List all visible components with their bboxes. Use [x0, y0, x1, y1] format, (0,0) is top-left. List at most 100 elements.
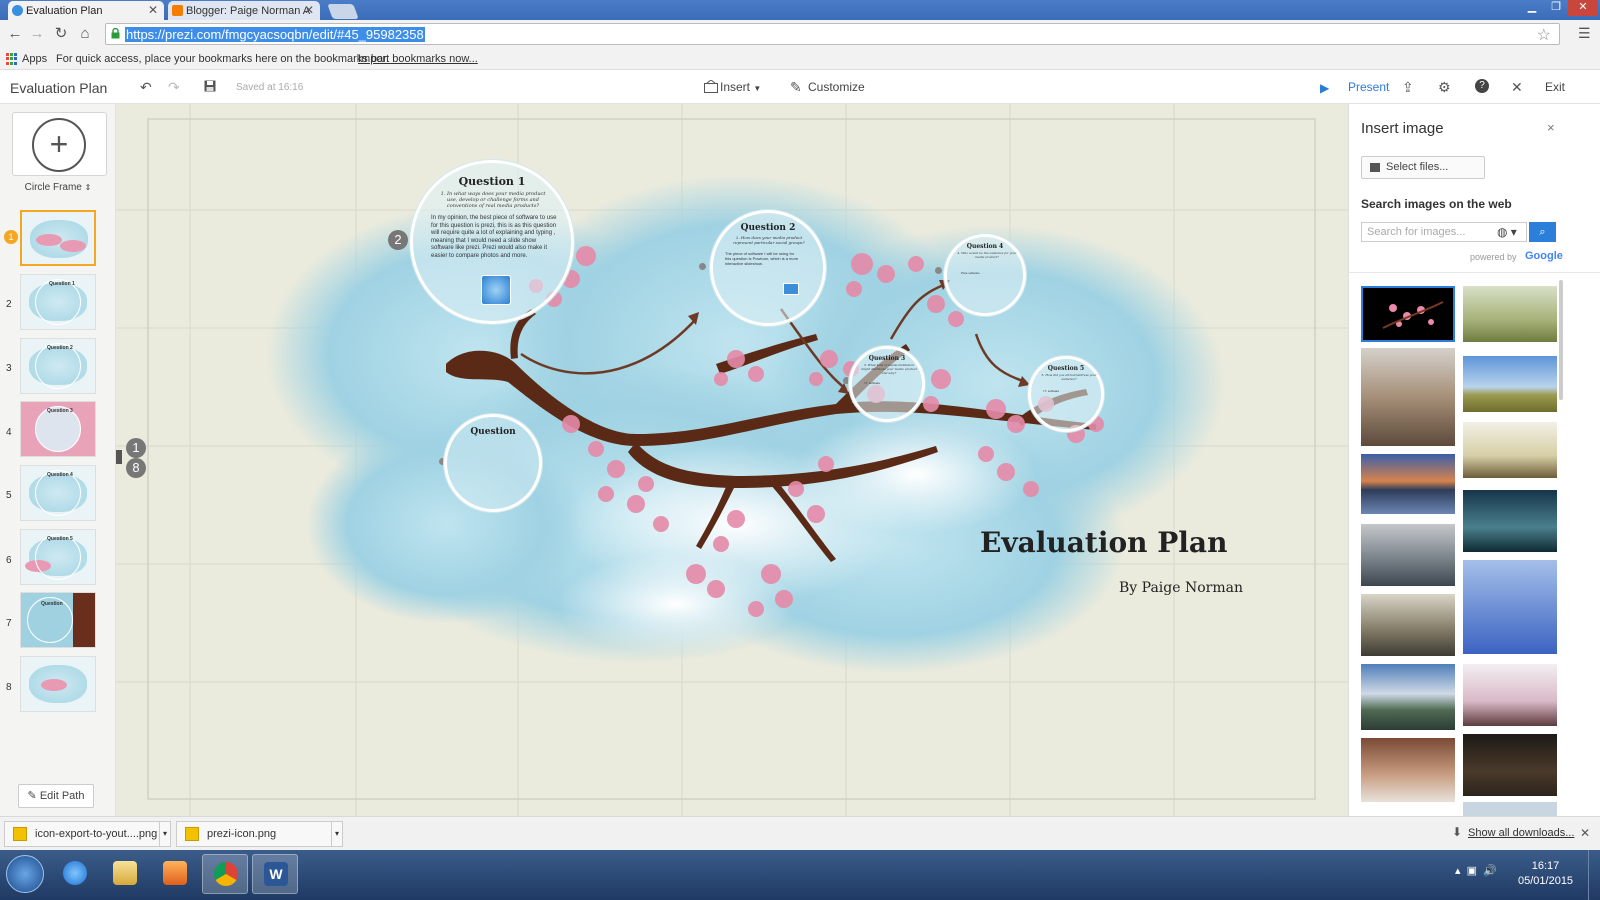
path-thumbnail-7[interactable]: Question	[20, 592, 96, 648]
start-button[interactable]	[6, 855, 44, 893]
back-icon[interactable]: ←	[6, 26, 24, 42]
question-5-frame[interactable]: Question 5 5. How did you attract/addres…	[1028, 356, 1104, 432]
image-result[interactable]	[1361, 348, 1455, 446]
close-tab-icon[interactable]: ✕	[304, 3, 314, 17]
path-thumbnail-2[interactable]: Question 1	[20, 274, 96, 330]
apps-link[interactable]: Apps	[22, 53, 47, 65]
undo-icon[interactable]: ↶	[140, 79, 152, 96]
image-result[interactable]	[1361, 524, 1455, 586]
download-item[interactable]: prezi-icon.png	[176, 821, 332, 847]
image-result[interactable]	[1463, 286, 1557, 342]
question-1-frame[interactable]: Question 1 1. In what ways does your med…	[410, 160, 574, 324]
thumbnail-number: 4	[6, 427, 12, 438]
prezi-logo-icon[interactable]	[481, 275, 511, 305]
frame-type-select[interactable]: Circle Frame ⇕	[0, 182, 116, 193]
add-frame-button[interactable]: +	[12, 112, 107, 176]
globe-dropdown-icon[interactable]: ◍ ▾	[1497, 225, 1517, 239]
path-thumbnail-4[interactable]: Question 3	[20, 401, 96, 457]
path-dot[interactable]	[935, 267, 942, 274]
image-result[interactable]	[1361, 594, 1455, 656]
presentation-title[interactable]: Evaluation Plan	[980, 526, 1227, 559]
select-files-button[interactable]: Select files...	[1361, 156, 1485, 179]
new-tab-button[interactable]	[327, 4, 359, 19]
image-result[interactable]	[1463, 734, 1557, 796]
path-thumbnail-3[interactable]: Question 2	[20, 338, 96, 394]
close-icon[interactable]: ✕	[1511, 79, 1523, 96]
image-result[interactable]	[1361, 286, 1455, 342]
path-thumbnail-8[interactable]	[20, 656, 96, 712]
help-icon[interactable]: ?	[1475, 79, 1489, 93]
gear-icon[interactable]: ⚙	[1438, 79, 1451, 96]
scroll-handle[interactable]	[116, 450, 122, 464]
path-step-badge[interactable]: 2	[388, 230, 408, 250]
download-menu-icon[interactable]: ▾	[159, 821, 171, 847]
presentation-byline[interactable]: By Paige Norman	[1119, 580, 1243, 596]
tab-blogger[interactable]: Blogger: Paige Norman A ✕	[168, 1, 320, 20]
restore-icon[interactable]: ❐	[1544, 0, 1568, 16]
question-6-frame[interactable]: Question	[444, 414, 542, 512]
play-icon: ▶	[1320, 81, 1330, 95]
image-result[interactable]	[1463, 422, 1557, 478]
question-2-frame[interactable]: Question 2 2. How does your media produc…	[710, 210, 826, 326]
home-icon[interactable]: ⌂	[76, 26, 94, 42]
address-bar[interactable]: https://prezi.com/fmgcyacsoqbn/edit/#45_…	[105, 23, 1560, 45]
browser-tab-strip: Evaluation Plan ✕ Blogger: Paige Norman …	[0, 0, 1600, 20]
close-window-icon[interactable]: ✕	[1568, 0, 1598, 16]
image-result[interactable]	[1361, 738, 1455, 802]
taskbar-media-player[interactable]	[152, 854, 198, 894]
thumbnail-number: 5	[6, 490, 12, 501]
download-menu-icon[interactable]: ▾	[331, 821, 343, 847]
system-tray[interactable]: ▴ ▣ 🔊	[1455, 864, 1497, 877]
image-result[interactable]	[1463, 490, 1557, 552]
document-title[interactable]: Evaluation Plan	[10, 80, 107, 96]
bookmark-star-icon[interactable]: ☆	[1537, 25, 1551, 45]
path-dot[interactable]	[699, 263, 706, 270]
taskbar-explorer[interactable]	[102, 854, 148, 894]
present-button[interactable]: Present	[1348, 80, 1389, 94]
download-item[interactable]: icon-export-to-yout....png	[4, 821, 160, 847]
question-4-frame[interactable]: Question 4 4. Who would be the audience …	[944, 234, 1026, 316]
search-button[interactable]: ⌕	[1529, 222, 1556, 242]
share-icon[interactable]: ⇪	[1402, 79, 1414, 96]
tab-evaluation-plan[interactable]: Evaluation Plan ✕	[8, 1, 164, 20]
path-step-badge[interactable]: 1	[126, 438, 146, 458]
image-result[interactable]	[1463, 802, 1557, 816]
reload-icon[interactable]: ↻	[52, 26, 70, 42]
powtoon-logo-icon[interactable]	[783, 283, 799, 295]
close-panel-icon[interactable]: ×	[1547, 120, 1555, 135]
apps-grid-icon[interactable]	[6, 53, 18, 65]
image-result[interactable]	[1463, 356, 1557, 412]
prezi-canvas[interactable]: 2 1 8 Question 1 1. In what ways does yo…	[116, 104, 1348, 816]
url-text[interactable]: https://prezi.com/fmgcyacsoqbn/edit/#45_…	[125, 27, 425, 42]
system-clock[interactable]: 16:17 05/01/2015	[1518, 859, 1573, 889]
panel-scrollbar[interactable]	[1559, 280, 1563, 400]
chrome-menu-icon[interactable]: ☰	[1578, 25, 1591, 42]
path-thumbnail-6[interactable]: Question 5	[20, 529, 96, 585]
select-files-label: Select files...	[1386, 161, 1449, 173]
customize-button[interactable]: Customize	[808, 80, 865, 94]
image-result[interactable]	[1361, 664, 1455, 730]
forward-icon[interactable]: →	[28, 26, 46, 42]
minimize-icon[interactable]: ▁	[1520, 0, 1544, 16]
taskbar-ie[interactable]	[52, 854, 98, 894]
exit-button[interactable]: Exit	[1545, 80, 1565, 94]
import-bookmarks-link[interactable]: Import bookmarks now...	[358, 53, 478, 65]
show-desktop-button[interactable]	[1588, 850, 1600, 900]
show-all-downloads-link[interactable]: Show all downloads...	[1468, 827, 1574, 839]
taskbar-word[interactable]: W	[252, 854, 298, 894]
bookmarks-bar: Apps For quick access, place your bookma…	[0, 48, 1600, 70]
close-downloads-icon[interactable]: ✕	[1580, 826, 1590, 840]
path-thumbnail-1[interactable]	[20, 210, 96, 266]
image-result[interactable]	[1361, 454, 1455, 514]
close-tab-icon[interactable]: ✕	[148, 3, 158, 17]
image-result[interactable]	[1463, 664, 1557, 726]
save-icon[interactable]	[204, 80, 216, 92]
taskbar-chrome[interactable]	[202, 854, 248, 894]
edit-path-button[interactable]: ✎ Edit Path	[18, 784, 94, 808]
path-step-badge[interactable]: 8	[126, 458, 146, 478]
redo-icon[interactable]: ↷	[168, 79, 180, 96]
image-result[interactable]	[1463, 560, 1557, 654]
path-thumbnail-5[interactable]: Question 4	[20, 465, 96, 521]
insert-menu-button[interactable]: Insert ▼	[720, 80, 761, 94]
question-3-frame[interactable]: Question 3 3. What kind of media institu…	[849, 346, 925, 422]
